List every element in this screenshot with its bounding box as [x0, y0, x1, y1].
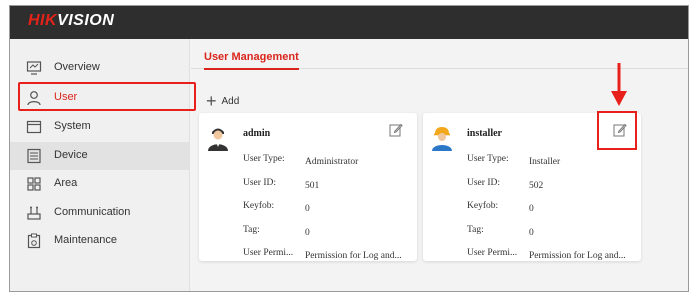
field-key: User Type: — [243, 154, 285, 164]
sidebar-item-label: Communication — [54, 206, 131, 218]
permission-row: User Permi... Permission for Log and... — [467, 248, 626, 261]
field-key: Tag: — [243, 225, 260, 235]
clipboard-icon — [27, 233, 41, 249]
tag-row: Tag: 0 — [467, 225, 534, 238]
sidebar-item-user[interactable]: User — [10, 84, 190, 112]
top-bar: HIKVISION — [10, 6, 688, 39]
sidebar-item-label: System — [54, 120, 91, 132]
admin-avatar-icon — [208, 128, 228, 151]
user-name: installer — [467, 128, 502, 139]
sidebar-item-label: Overview — [54, 61, 100, 73]
sidebar-item-maintenance[interactable]: Maintenance — [10, 227, 190, 255]
add-label: Add — [221, 95, 240, 107]
sidebar-item-label: User — [54, 91, 78, 103]
tag-row: Tag: 0 — [243, 225, 310, 238]
field-key: User ID: — [243, 178, 276, 188]
edit-icon[interactable] — [613, 123, 627, 137]
network-icon — [27, 206, 41, 220]
sidebar-item-overview[interactable]: Overview — [10, 54, 190, 82]
field-key: User Permi... — [467, 248, 518, 258]
permission-row: User Permi... Permission for Log and... — [243, 248, 402, 261]
field-key: Keyfob: — [467, 201, 499, 211]
add-user-button[interactable]: + Add — [206, 91, 240, 111]
user-icon — [27, 91, 41, 106]
keyfob-row: Keyfob: 0 — [467, 201, 534, 214]
user-name: admin — [243, 128, 271, 139]
sidebar: Overview User System Device Area Communi… — [10, 39, 190, 291]
sidebar-item-communication[interactable]: Communication — [10, 199, 190, 227]
sidebar-item-label: Maintenance — [54, 234, 117, 246]
field-value: 502 — [529, 181, 544, 191]
field-key: Tag: — [467, 225, 484, 235]
sidebar-item-label: Device — [54, 149, 88, 161]
field-value: Administrator — [305, 157, 359, 167]
sidebar-item-device[interactable]: Device — [10, 142, 190, 170]
field-value: Permission for Log and... — [305, 251, 402, 261]
device-icon — [27, 148, 41, 164]
field-key: User Permi... — [243, 248, 294, 258]
hikvision-logo: HIKVISION — [28, 12, 115, 29]
sidebar-item-system[interactable]: System — [10, 113, 190, 141]
field-value: 0 — [305, 204, 310, 214]
field-value: 0 — [529, 204, 534, 214]
field-value: 501 — [305, 181, 320, 191]
field-value: Permission for Log and... — [529, 251, 626, 261]
user-id-row: User ID: 502 — [467, 178, 544, 191]
monitor-icon — [26, 61, 42, 75]
field-key: Keyfob: — [243, 201, 275, 211]
sidebar-item-area[interactable]: Area — [10, 170, 190, 198]
user-type-row: User Type: Installer — [467, 154, 561, 167]
field-value: 0 — [305, 228, 310, 238]
plus-icon: + — [206, 91, 217, 111]
keyfob-row: Keyfob: 0 — [243, 201, 310, 214]
field-key: User Type: — [467, 154, 509, 164]
grid-icon — [27, 177, 41, 191]
sidebar-item-label: Area — [54, 177, 78, 189]
field-value: 0 — [529, 228, 534, 238]
down-arrow-annotation — [611, 63, 627, 106]
user-card-admin[interactable]: admin User Type: Administrator User ID: 50… — [199, 113, 417, 261]
field-key: User ID: — [467, 178, 500, 188]
window-icon — [26, 120, 42, 134]
field-value: Installer — [529, 157, 561, 167]
installer-avatar-icon — [432, 127, 452, 151]
tab-user-management[interactable]: User Management — [204, 51, 299, 70]
user-card-installer[interactable]: installer User Type: Installer User ID: 50… — [423, 113, 641, 261]
user-type-row: User Type: Administrator — [243, 154, 359, 167]
user-id-row: User ID: 501 — [243, 178, 320, 191]
edit-icon[interactable] — [389, 123, 403, 137]
